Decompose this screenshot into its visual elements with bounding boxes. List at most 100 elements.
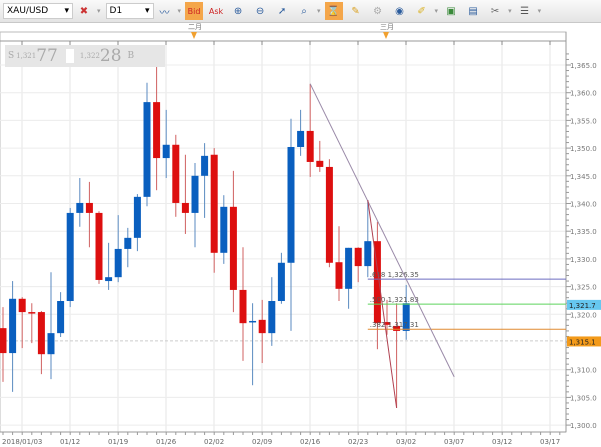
y-tick-label: 1,335.0 — [570, 228, 597, 236]
candle-body — [133, 196, 141, 238]
y-tick-label: 1,355.0 — [570, 117, 597, 125]
candle-body — [220, 206, 228, 253]
candle-body — [47, 333, 55, 355]
x-tick-label: 01/12 — [60, 438, 80, 446]
cursor-icon[interactable]: ➚ — [273, 2, 291, 20]
globe-icon[interactable]: ◉ — [391, 2, 409, 20]
print-icon[interactable]: ▤ — [464, 2, 482, 20]
candle-body — [249, 320, 257, 323]
x-tick-label: 02/02 — [204, 438, 224, 446]
y-tick-label: 1,365.0 — [570, 62, 597, 70]
sell-price-big[interactable]: 77 — [36, 46, 58, 66]
candle — [325, 159, 333, 268]
candle-body — [181, 202, 189, 213]
candle-body — [162, 144, 170, 159]
candle-body — [9, 298, 17, 354]
candle-body — [143, 102, 151, 197]
candle-body — [66, 212, 74, 302]
candle-body — [325, 166, 333, 263]
buy-price-big[interactable]: 28 — [100, 46, 122, 66]
bid-button[interactable]: Bid — [185, 2, 204, 20]
y-tick-label: 1,350.0 — [570, 145, 597, 153]
candle — [95, 211, 103, 284]
zoom-in-icon[interactable]: ⊕ — [229, 2, 247, 20]
y-tick-label: 1,330.0 — [570, 256, 597, 264]
x-tick-label: 03/17 — [540, 438, 560, 446]
candle-body — [316, 160, 324, 167]
fib-level-label: .618 1,326.35 — [370, 271, 419, 279]
timeframe-value: D1 — [109, 6, 123, 16]
candle-body — [229, 206, 237, 290]
x-tick-label: 02/23 — [348, 438, 368, 446]
y-tick-label: 1,360.0 — [570, 90, 597, 98]
timeframe-select[interactable]: D1 ▾ — [105, 3, 154, 19]
y-tick-label: 1,345.0 — [570, 173, 597, 181]
candle-body — [268, 301, 276, 334]
fib-level-label: .382 1,317.31 — [370, 321, 419, 329]
y-tick-label: 1,320.0 — [570, 311, 597, 319]
hourglass-icon[interactable]: ⌛ — [324, 2, 343, 20]
symbol-select[interactable]: XAU/USD ▾ — [3, 3, 73, 19]
toolbar: XAU/USD ▾ ✖ ▾ D1 ▾ 〰 ▾ Bid Ask ⊕ ⊖ ➚ ⌕ ▾ ⌛ ✎ … — [0, 0, 601, 23]
candle-body — [85, 202, 93, 213]
candle-body — [364, 241, 372, 267]
candle-body — [95, 212, 103, 280]
candle-body — [297, 130, 305, 147]
fib-level-label: .500 1,321.83 — [370, 296, 419, 304]
x-tick-label: 01/19 — [108, 438, 128, 446]
settings-icon[interactable]: ⚙ — [369, 2, 387, 20]
x-tick-label: 02/16 — [300, 438, 321, 446]
price-tag-label: 1,321.7 — [569, 302, 596, 310]
plot-area — [0, 31, 567, 433]
ask-label: Ask — [208, 6, 224, 16]
candle-body — [335, 262, 343, 289]
y-tick-label: 1,300.0 — [570, 422, 597, 430]
price-type-icon[interactable]: ✖ — [75, 2, 93, 20]
bid-label: Bid — [187, 6, 201, 16]
buy-price-small[interactable]: 1,322 — [80, 52, 100, 60]
price-chart[interactable]: 1,365.0 1,360.0 1,355.0 1,350.0 1,345.0 1,340… — [0, 22, 601, 447]
ruler-icon[interactable]: ✐ — [413, 2, 431, 20]
tools-icon[interactable]: ✂ — [486, 2, 504, 20]
quote-spread — [65, 49, 74, 63]
candle-body — [239, 289, 247, 324]
x-tick-label: 03/12 — [492, 438, 512, 446]
month-label: 二月 — [188, 23, 202, 31]
candle-body — [57, 301, 65, 334]
buy-suffix: B — [127, 51, 135, 61]
menu-icon[interactable]: ☰ — [516, 2, 534, 20]
candle — [66, 207, 74, 308]
candle-body — [258, 319, 266, 334]
y-tick-label: 1,305.0 — [570, 394, 597, 402]
image-icon[interactable]: ▣ — [442, 2, 460, 20]
x-tick-label: 02/09 — [252, 438, 272, 446]
chevron-down-icon: ▾ — [144, 6, 150, 16]
quote-panel: S 1,321 77 1,322 28 B — [5, 45, 165, 67]
month-label: 三月 — [380, 23, 394, 31]
y-tick-label: 1,340.0 — [570, 201, 597, 209]
candle-body — [124, 237, 132, 249]
candle-body — [0, 328, 7, 354]
y-tick-label: 1,310.0 — [570, 367, 597, 375]
candle-body — [153, 102, 161, 159]
candle-body — [306, 130, 314, 162]
candle-body — [114, 248, 122, 278]
candle-body — [287, 146, 295, 263]
ask-button[interactable]: Ask — [207, 2, 225, 20]
sell-prefix: S — [8, 51, 15, 61]
candle-body — [76, 202, 84, 213]
y-tick-label: 1,325.0 — [570, 284, 597, 292]
line-chart-icon[interactable]: 〰 — [156, 2, 174, 20]
zoom-out-icon[interactable]: ⊖ — [251, 2, 269, 20]
x-tick-label: 03/07 — [444, 438, 464, 446]
candle-body — [201, 155, 209, 176]
symbol-value: XAU/USD — [7, 6, 49, 16]
zoom-range-icon[interactable]: ⌕ — [295, 2, 313, 20]
candle-body — [277, 262, 285, 302]
candle-body — [172, 144, 180, 203]
sell-price-small[interactable]: 1,321 — [16, 52, 36, 60]
note-icon[interactable]: ✎ — [347, 2, 365, 20]
x-tick-label: 03/02 — [396, 438, 416, 446]
candle-body — [345, 247, 353, 289]
candle-body — [18, 298, 26, 313]
